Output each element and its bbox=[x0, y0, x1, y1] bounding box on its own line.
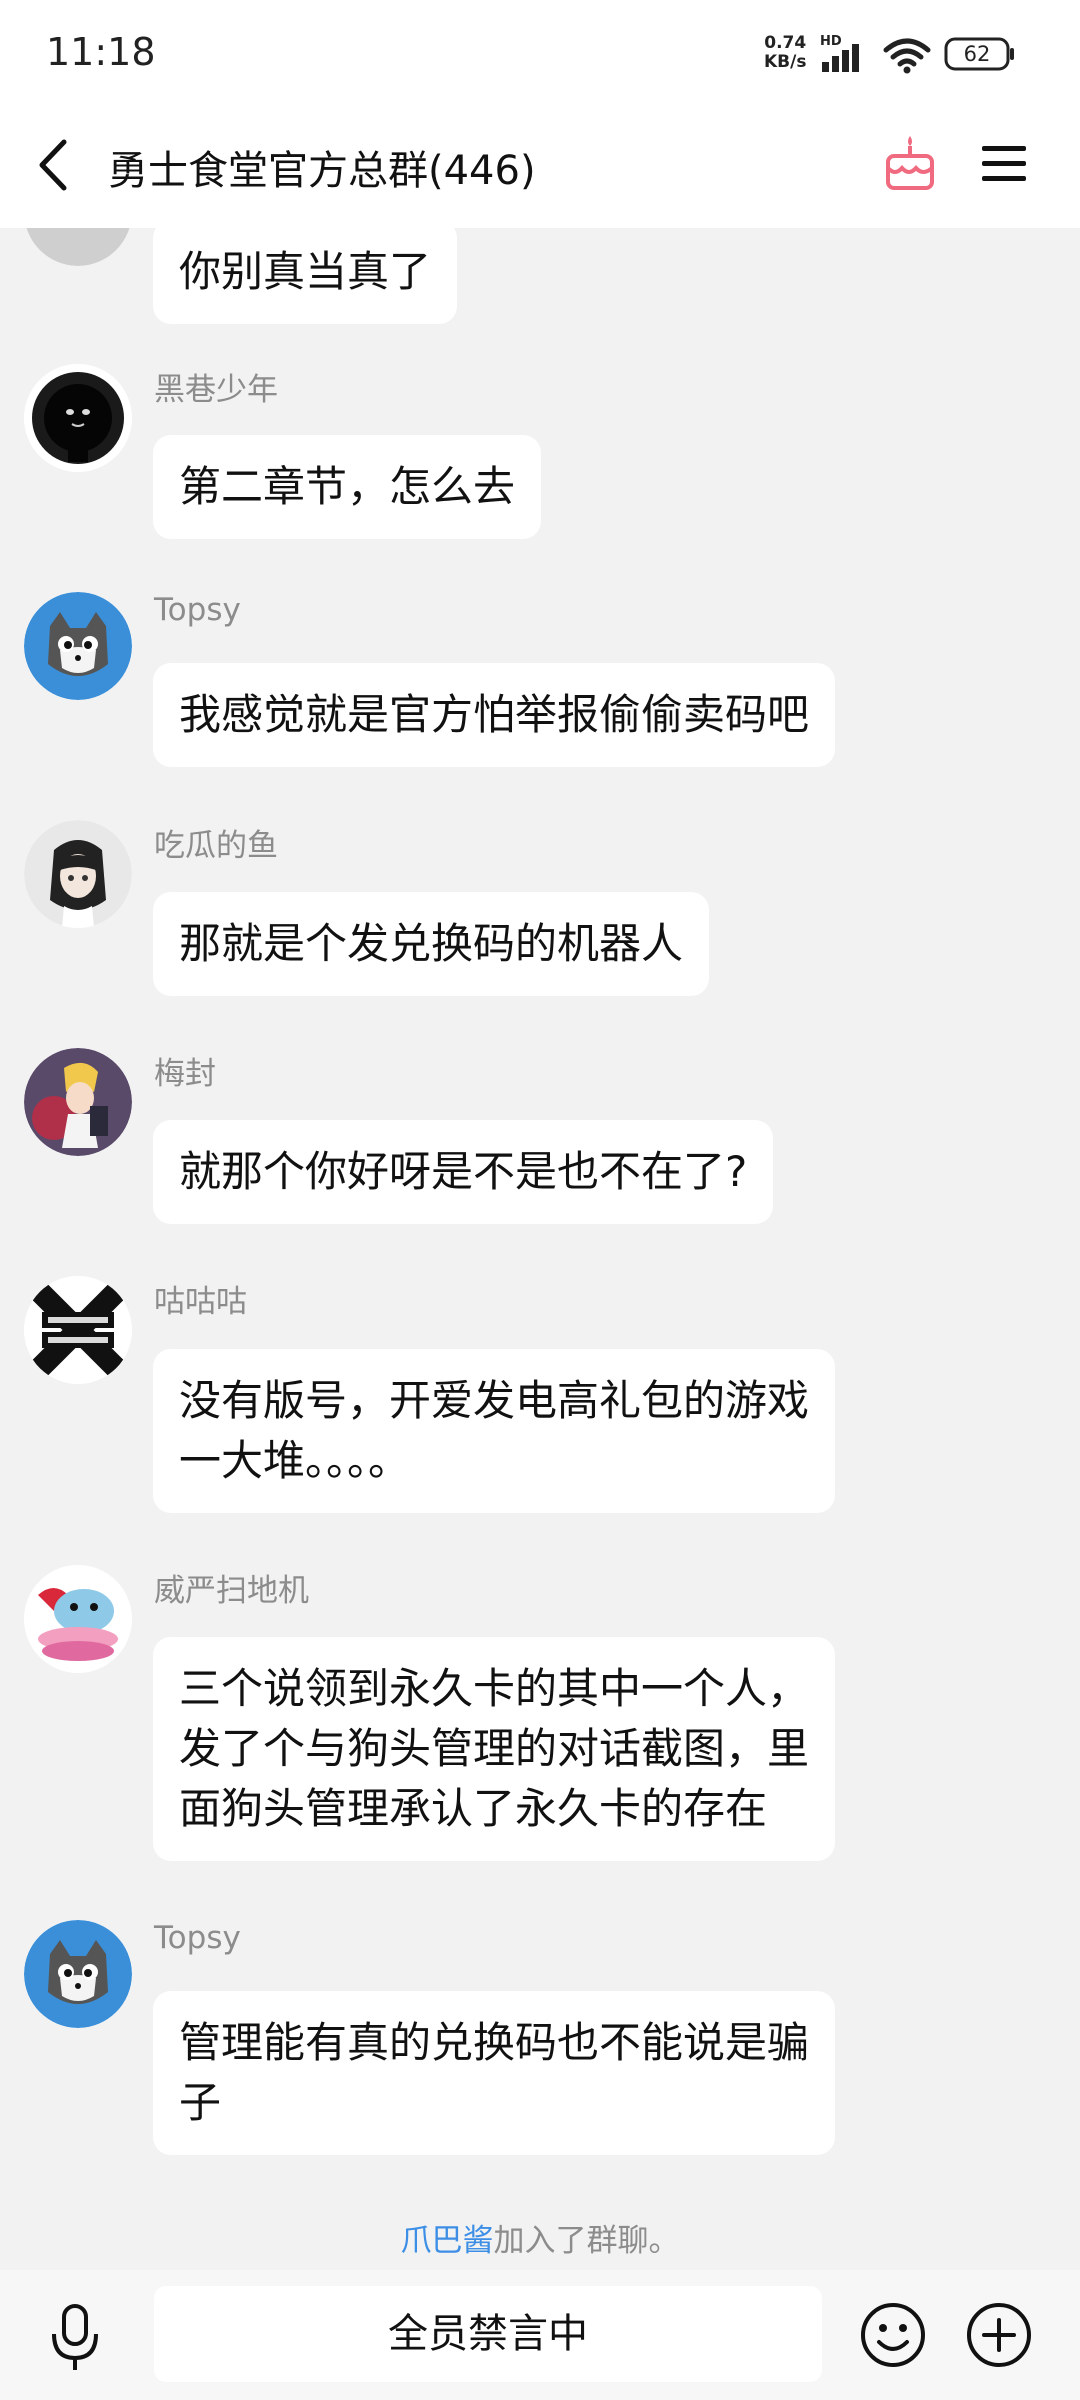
sender-name: Topsy bbox=[154, 592, 241, 628]
message-bubble[interactable]: 就那个你好呀是不是也不在了? bbox=[153, 1120, 774, 1224]
avatar[interactable] bbox=[24, 592, 132, 700]
system-join-message: 爪巴酱加入了群聊。 bbox=[0, 2215, 1080, 2260]
menu-icon[interactable] bbox=[976, 138, 1032, 188]
message-line: 第二章节，怎么去 bbox=[179, 462, 516, 511]
chat-title: 勇士食堂官方总群(446) bbox=[108, 148, 536, 194]
message-line: 一大堆。。。。 bbox=[179, 1436, 411, 1485]
message-line: 你别真当真了 bbox=[179, 247, 432, 296]
status-time: 11:18 bbox=[46, 30, 156, 74]
message-bubble[interactable]: 第二章节，怎么去 bbox=[153, 435, 542, 539]
avatar[interactable] bbox=[24, 820, 132, 928]
emoji-icon[interactable] bbox=[858, 2300, 928, 2370]
message-bubble[interactable]: 你别真当真了 bbox=[153, 228, 458, 324]
plus-icon[interactable] bbox=[964, 2300, 1034, 2370]
input-bar: 全员禁言中 bbox=[0, 2270, 1080, 2400]
avatar[interactable] bbox=[24, 1920, 132, 2028]
status-bar: 11:18 0.74 KB/s HD 62 bbox=[0, 0, 1080, 100]
message-line: 子 bbox=[179, 2078, 222, 2127]
sender-name: 咕咕咕 bbox=[154, 1284, 247, 1320]
network-speed: 0.74 KB/s bbox=[764, 34, 806, 72]
message-bubble[interactable]: 没有版号，开爱发电高礼包的游戏 一大堆。。。。 bbox=[153, 1349, 836, 1513]
avatar[interactable] bbox=[24, 364, 132, 472]
signal-icon bbox=[822, 44, 859, 72]
message-line: 管理能有真的兑换码也不能说是骗 bbox=[179, 2018, 810, 2067]
chat-message-list[interactable]: 你别真当真了 黑巷少年 第二章节，怎么去 Topsy 我感觉就是官方怕举报偷偷卖… bbox=[0, 228, 1080, 2270]
back-arrow-icon[interactable] bbox=[26, 130, 86, 200]
battery-level: 62 bbox=[963, 42, 991, 66]
sender-name: 威严扫地机 bbox=[154, 1573, 309, 1609]
avatar[interactable] bbox=[24, 228, 132, 266]
message-line: 面狗头管理承认了永久卡的存在 bbox=[179, 1784, 768, 1833]
sender-name: 黑巷少年 bbox=[154, 372, 278, 408]
message-bubble[interactable]: 三个说领到永久卡的其中一个人， 发了个与狗头管理的对话截图，里 面狗头管理承认了… bbox=[153, 1637, 836, 1861]
avatar[interactable] bbox=[24, 1276, 132, 1384]
message-line: 我感觉就是官方怕举报偷偷卖码吧 bbox=[179, 690, 810, 739]
joined-user-link[interactable]: 爪巴酱 bbox=[401, 2223, 494, 2259]
message-line: 那就是个发兑换码的机器人 bbox=[179, 919, 684, 968]
message-line: 发了个与狗头管理的对话截图，里 bbox=[179, 1724, 810, 1773]
network-speed-value: 0.74 bbox=[764, 33, 807, 53]
avatar[interactable] bbox=[24, 1048, 132, 1156]
birthday-cake-icon[interactable] bbox=[880, 130, 940, 194]
avatar[interactable] bbox=[24, 1565, 132, 1673]
message-line: 三个说领到永久卡的其中一个人， bbox=[179, 1664, 810, 1713]
message-bubble[interactable]: 管理能有真的兑换码也不能说是骗 子 bbox=[153, 1991, 836, 2155]
message-bubble[interactable]: 我感觉就是官方怕举报偷偷卖码吧 bbox=[153, 663, 836, 767]
system-message-text: 加入了群聊。 bbox=[493, 2223, 680, 2259]
microphone-icon[interactable] bbox=[42, 2302, 108, 2372]
message-bubble[interactable]: 那就是个发兑换码的机器人 bbox=[153, 892, 710, 996]
sender-name: 梅封 bbox=[154, 1056, 216, 1092]
wifi-icon bbox=[883, 38, 931, 74]
message-line: 就那个你好呀是不是也不在了? bbox=[179, 1147, 748, 1196]
sender-name: 吃瓜的鱼 bbox=[154, 828, 278, 864]
network-speed-unit: KB/s bbox=[764, 52, 807, 72]
sender-name: Topsy bbox=[154, 1920, 241, 1956]
message-line: 没有版号，开爱发电高礼包的游戏 bbox=[179, 1376, 810, 1425]
muted-notice: 全员禁言中 bbox=[154, 2286, 822, 2382]
chat-header: 勇士食堂官方总群(446) bbox=[0, 100, 1080, 228]
